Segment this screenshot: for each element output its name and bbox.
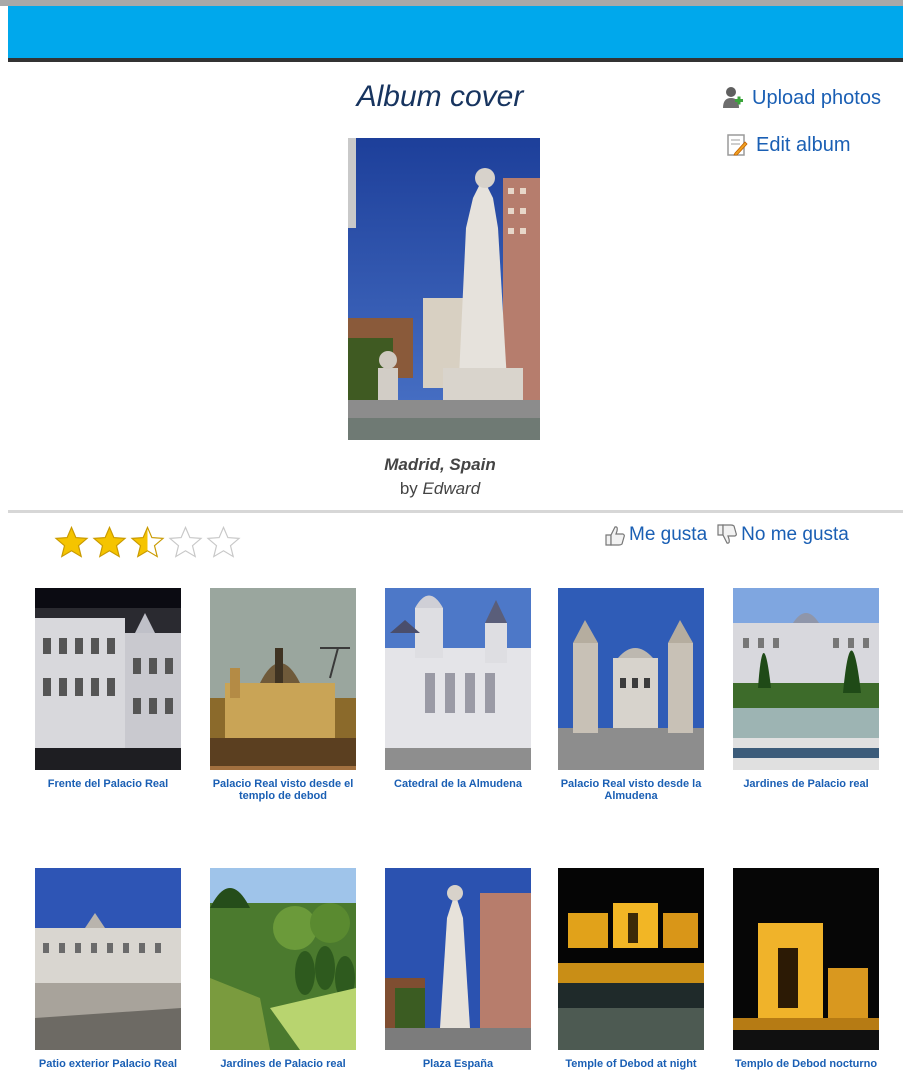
album-name: Madrid, Spain <box>384 455 496 474</box>
album-cover-image[interactable] <box>348 138 540 440</box>
photo-thumbnail[interactable] <box>35 588 181 770</box>
page-title: Album cover <box>356 80 524 113</box>
photo-caption[interactable]: Plaza España <box>378 1058 538 1070</box>
photo-thumbnail[interactable] <box>733 588 879 770</box>
upload-photos-link[interactable]: Upload photos <box>722 86 881 110</box>
photo-caption[interactable]: Palacio Real visto desde el templo de de… <box>203 778 363 802</box>
photo-caption[interactable]: Jardines de Palacio real <box>203 1058 363 1070</box>
upload-photos-label: Upload photos <box>752 86 881 109</box>
thumbs-up-icon <box>605 526 625 546</box>
cover-caption: Madrid, Spain by Edward <box>300 453 580 501</box>
photo-thumbnail[interactable] <box>210 868 356 1050</box>
album-owner[interactable]: Edward <box>423 479 481 498</box>
dislike-label: No me gusta <box>741 524 849 545</box>
star-icon[interactable] <box>206 525 241 559</box>
photo-thumbnail[interactable] <box>558 868 704 1050</box>
star-icon[interactable] <box>130 525 165 559</box>
star-rating[interactable] <box>54 525 241 559</box>
edit-document-icon <box>726 133 748 157</box>
photo-caption[interactable]: Patio exterior Palacio Real <box>28 1058 188 1070</box>
album-byline: by Edward <box>300 477 580 501</box>
photo-thumbnail[interactable] <box>385 868 531 1050</box>
photo-caption[interactable]: Templo de Debod nocturno <box>726 1058 886 1070</box>
photo-caption[interactable]: Temple of Debod at night <box>551 1058 711 1070</box>
star-icon[interactable] <box>92 525 127 559</box>
thumbs-down-icon <box>717 524 738 544</box>
section-divider <box>8 510 903 513</box>
photo-caption[interactable]: Palacio Real visto desde la Almudena <box>551 778 711 802</box>
star-icon[interactable] <box>168 525 203 559</box>
photo-caption[interactable]: Frente del Palacio Real <box>28 778 188 790</box>
photo-caption[interactable]: Jardines de Palacio real <box>726 778 886 790</box>
photo-thumbnail[interactable] <box>733 868 879 1050</box>
dislike-button[interactable]: No me gusta <box>715 524 849 546</box>
photo-caption[interactable]: Catedral de la Almudena <box>378 778 538 790</box>
like-button[interactable]: Me gusta <box>603 524 707 546</box>
header-bar <box>8 6 903 62</box>
reactions: Me gusta No me gusta <box>603 524 849 546</box>
star-icon[interactable] <box>54 525 89 559</box>
edit-album-label: Edit album <box>756 133 851 156</box>
photo-thumbnail[interactable] <box>385 588 531 770</box>
photo-thumbnail[interactable] <box>35 868 181 1050</box>
edit-album-link[interactable]: Edit album <box>726 133 851 157</box>
photo-thumbnail[interactable] <box>210 588 356 770</box>
like-label: Me gusta <box>629 524 708 545</box>
by-label: by <box>399 479 418 498</box>
photo-thumbnail[interactable] <box>558 588 704 770</box>
user-add-icon <box>722 86 744 110</box>
